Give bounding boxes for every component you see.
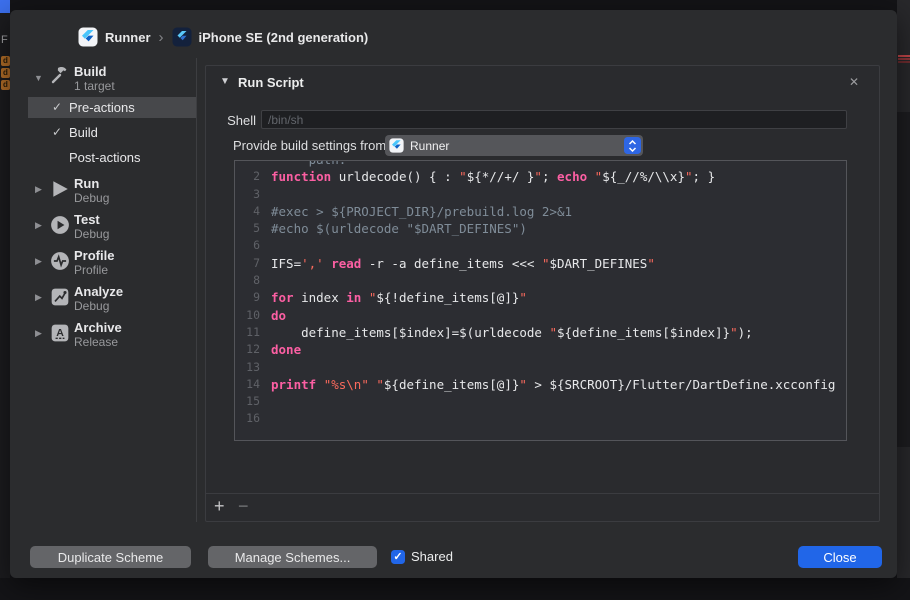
build-settings-popup[interactable]: Runner	[385, 135, 643, 156]
background-window-left-strip: F d d d	[0, 0, 10, 578]
duplicate-scheme-button[interactable]: Duplicate Scheme	[30, 546, 191, 568]
code-line: 10 do	[246, 307, 287, 323]
analyze-icon	[51, 288, 69, 306]
error-stripe	[898, 61, 910, 63]
disclosure-collapsed-icon[interactable]: ▶	[35, 292, 42, 303]
flutter-target-icon	[389, 138, 404, 153]
disclosure-expanded-icon[interactable]: ▼	[220, 76, 230, 87]
check-icon: ✓	[52, 125, 63, 139]
manage-schemes-button[interactable]: Manage Schemes...	[208, 546, 377, 568]
sidebar-item-subtitle: Release	[74, 335, 119, 349]
script-editor[interactable]: path.2function urldecode() { : "${*//+/ …	[234, 160, 847, 441]
sidebar-item-subtitle: Profile	[74, 263, 109, 277]
scheme-editor-sheet: Runner › iPhone SE (2nd generation) ▼ Bu…	[10, 10, 897, 578]
background-window-right-strip	[897, 0, 910, 578]
close-button[interactable]: Close	[798, 546, 882, 568]
sidebar-item-subtitle: Debug	[74, 227, 110, 241]
code-line: 5 #echo $(urldecode "$DART_DEFINES")	[253, 221, 527, 237]
panel-title: Run Script	[238, 75, 304, 90]
sidebar-item-build-step[interactable]: ✓ Build	[28, 122, 196, 143]
code-line: 12 done	[246, 342, 302, 358]
sidebar-item-build[interactable]: ▼ Build 1 target	[28, 62, 196, 96]
code-line: 8	[253, 273, 260, 288]
code-line: 7 IFS=',' read -r -a define_items <<< "$D…	[253, 255, 655, 271]
shared-checkbox[interactable]: ✓	[391, 550, 405, 564]
remove-action-button[interactable]: −	[238, 496, 249, 517]
breadcrumb-separator-icon: ›	[158, 28, 164, 46]
popup-stepper-icon	[624, 137, 641, 154]
sidebar-item-archive[interactable]: ▶ A Archive Release	[28, 318, 196, 352]
code-line: 13	[246, 359, 260, 374]
add-action-button[interactable]: +	[214, 496, 225, 517]
disclosure-collapsed-icon[interactable]: ▶	[35, 328, 42, 339]
shell-label: Shell	[227, 113, 256, 128]
sidebar-item-subtitle: 1 target	[74, 79, 115, 93]
code-line: 14 printf "%s\n" "${define_items[@]}" > $…	[246, 376, 836, 392]
code-line: 2 function urldecode() { : "${*//+/ }"; e…	[253, 169, 716, 185]
sidebar-item-label: Pre-actions	[69, 100, 135, 115]
code-line: 4 #exec > ${PROJECT_DIR}/prebuild.log 2>&…	[253, 203, 573, 219]
check-icon: ✓	[52, 100, 63, 114]
code-lines: path.2function urldecode() { : "${*//+/ …	[235, 161, 846, 428]
sidebar-item-test[interactable]: ▶ Test Debug	[28, 210, 196, 244]
sidebar-item-label: Analyze	[74, 284, 124, 299]
scheme-name[interactable]: Runner	[105, 30, 151, 45]
popup-selected-value: Runner	[410, 138, 450, 153]
provide-build-settings-label: Provide build settings from	[233, 138, 387, 153]
shell-input[interactable]	[261, 110, 847, 129]
run-script-header: ▼ Run Script ✕	[206, 66, 879, 98]
sidebar-item-profile[interactable]: ▶ Profile Profile	[28, 246, 196, 280]
code-line: 3	[253, 186, 260, 201]
archive-icon: A	[51, 324, 69, 342]
error-stripe	[898, 58, 910, 60]
sidebar-item-label: Post-actions	[69, 150, 141, 165]
disclosure-collapsed-icon[interactable]: ▶	[35, 184, 42, 195]
profile-icon	[51, 252, 69, 270]
disclosure-expanded-icon[interactable]: ▼	[34, 73, 43, 83]
sidebar-item-label: Run	[74, 176, 100, 191]
error-stripe	[898, 55, 910, 57]
disclosure-collapsed-icon[interactable]: ▶	[35, 256, 42, 267]
sidebar-item-label: Test	[74, 212, 100, 227]
flutter-scheme-icon[interactable]	[78, 27, 98, 47]
code-line: 16	[246, 411, 260, 426]
disclosure-collapsed-icon[interactable]: ▶	[35, 220, 42, 231]
code-line: 9 for index in "${!define_items[@]}"	[253, 290, 527, 306]
code-line: path.	[235, 161, 846, 168]
sidebar-item-subtitle: Debug	[74, 191, 110, 205]
destination-app-icon[interactable]	[172, 27, 192, 47]
background-editor-fragment	[897, 112, 910, 447]
sidebar-divider	[196, 58, 197, 522]
sidebar-item-analyze[interactable]: ▶ Analyze Debug	[28, 282, 196, 316]
destination-name[interactable]: iPhone SE (2nd generation)	[199, 30, 369, 45]
code-line: 11 define_items[$index]=$(urldecode "${d…	[246, 324, 753, 340]
breadcrumb: Runner › iPhone SE (2nd generation)	[78, 26, 368, 48]
shared-checkbox-label: Shared	[411, 549, 453, 564]
sidebar-item-subtitle: Debug	[74, 299, 110, 313]
run-icon	[53, 181, 68, 197]
test-icon	[51, 216, 69, 234]
code-line: 15	[246, 394, 260, 409]
scheme-actions-sidebar: ▼ Build 1 target ✓ Pre-actions ✓ Build P…	[28, 58, 196, 522]
close-icon[interactable]: ✕	[846, 74, 862, 90]
svg-text:A: A	[56, 327, 64, 339]
dart-file-icon: d	[1, 68, 10, 78]
code-line: 6	[253, 238, 260, 253]
sidebar-item-label: Profile	[74, 248, 115, 263]
run-script-panel: ▼ Run Script ✕ Shell Provide build setti…	[205, 65, 880, 522]
sidebar-item-label: Build	[69, 125, 98, 140]
sidebar-item-label: Archive	[74, 320, 122, 335]
background-selection-fragment	[0, 0, 10, 13]
background-text-fragment: F	[1, 34, 8, 46]
panel-footer: + −	[206, 493, 879, 521]
dart-file-icon: d	[1, 80, 10, 90]
sidebar-item-pre-actions[interactable]: ✓ Pre-actions	[28, 97, 196, 118]
dart-file-icon: d	[1, 56, 10, 66]
sidebar-item-label: Build	[74, 64, 107, 79]
sidebar-item-run[interactable]: ▶ Run Debug	[28, 174, 196, 208]
hammer-icon	[51, 67, 67, 84]
sidebar-item-post-actions[interactable]: Post-actions	[28, 147, 196, 168]
